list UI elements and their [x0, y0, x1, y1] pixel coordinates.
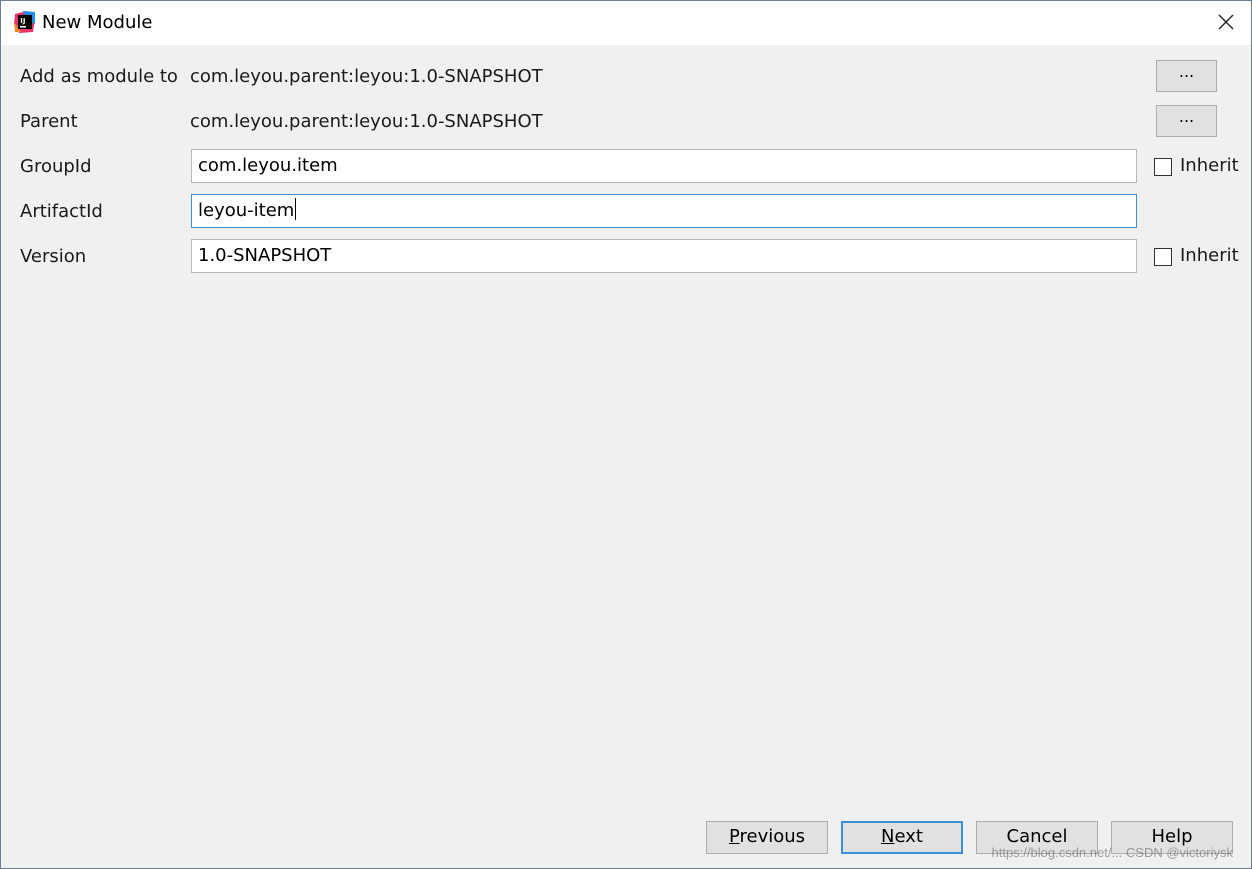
- new-module-dialog: IJ New Module Add as module to com.leyou…: [0, 0, 1252, 869]
- groupid-inherit-label: Inherit: [1180, 155, 1239, 176]
- dialog-title: New Module: [42, 12, 153, 33]
- add-as-module-value: com.leyou.parent:leyou:1.0-SNAPSHOT: [190, 66, 543, 87]
- previous-button[interactable]: Previous: [706, 821, 828, 854]
- version-label: Version: [20, 246, 87, 267]
- groupid-label: GroupId: [20, 156, 92, 177]
- groupid-input[interactable]: com.leyou.item: [191, 149, 1137, 183]
- artifactid-label: ArtifactId: [20, 201, 103, 222]
- text-caret: [295, 198, 297, 220]
- title-bar: IJ New Module: [1, 1, 1251, 45]
- next-button[interactable]: Next: [841, 821, 963, 854]
- parent-value: com.leyou.parent:leyou:1.0-SNAPSHOT: [190, 111, 543, 132]
- artifactid-input-text: leyou-item: [198, 200, 295, 221]
- dialog-content: Add as module to com.leyou.parent:leyou:…: [1, 45, 1251, 868]
- intellij-idea-icon: IJ: [14, 11, 35, 33]
- watermark: https://blog.csdn.net/... CSDN @victoriy…: [991, 845, 1233, 860]
- close-icon[interactable]: [1213, 9, 1239, 35]
- add-as-module-browse-button[interactable]: ...: [1156, 60, 1217, 92]
- version-inherit-box[interactable]: [1154, 248, 1172, 266]
- add-as-module-label: Add as module to: [20, 66, 178, 87]
- version-inherit-label: Inherit: [1180, 245, 1239, 266]
- version-input[interactable]: 1.0-SNAPSHOT: [191, 239, 1137, 273]
- parent-label: Parent: [20, 111, 78, 132]
- parent-browse-button[interactable]: ...: [1156, 105, 1217, 137]
- svg-text:IJ: IJ: [20, 17, 25, 25]
- groupid-inherit-box[interactable]: [1154, 158, 1172, 176]
- artifactid-input[interactable]: leyou-item: [191, 194, 1137, 228]
